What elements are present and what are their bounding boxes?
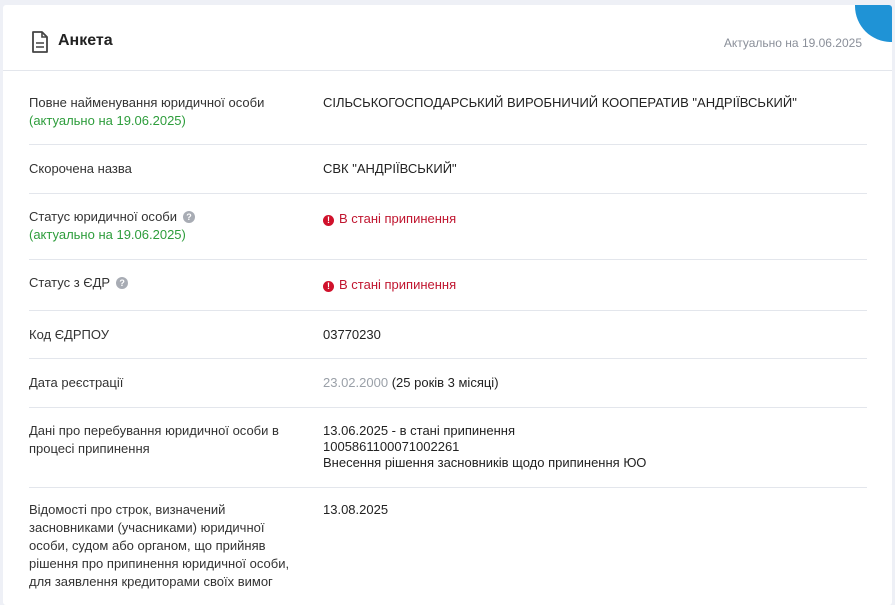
legal-status-label-line: Статус юридичної особи?	[29, 208, 294, 226]
edrpou-label: Код ЄДРПОУ	[29, 327, 109, 342]
alert-icon: !	[323, 215, 334, 226]
document-icon	[32, 31, 48, 53]
row-full-name: Повне найменування юридичної особи (акту…	[29, 79, 867, 145]
reg-date-value-line: 23.02.2000 (25 років 3 місяці)	[323, 375, 499, 391]
row-termination: Дані про перебування юридичної особи в п…	[29, 408, 867, 488]
legal-status-value-line: ! В стані припинення	[323, 211, 456, 227]
reg-date-label: Дата реєстрації	[29, 375, 124, 390]
updated-date: Актуально на 19.06.2025	[723, 36, 862, 50]
legal-status-value: В стані припинення	[339, 211, 457, 226]
row-reg-date: Дата реєстрації 23.02.2000 (25 років 3 м…	[29, 359, 867, 408]
row-short-name: Скорочена назва СВК "АНДРІЇВСЬКИЙ"	[29, 145, 867, 194]
profile-table: Повне найменування юридичної особи (акту…	[29, 79, 867, 605]
short-name-label: Скорочена назва	[29, 161, 132, 176]
legal-status-label-block: Статус юридичної особи? (актуально на 19…	[29, 208, 294, 244]
deadline-label: Відомості про строк, визначений засновни…	[29, 502, 290, 589]
help-icon[interactable]: ?	[116, 277, 129, 289]
edrpou-value: 03770230	[323, 327, 381, 342]
legal-status-note: (актуально на 19.06.2025)	[29, 227, 186, 242]
termination-value-block: 13.06.2025 - в стані припинення 10058611…	[323, 423, 646, 471]
termination-line-2: 1005861100071002261	[323, 439, 460, 454]
reg-date-value: 23.02.2000	[323, 375, 389, 390]
edr-status-label: Статус з ЄДР	[29, 275, 111, 290]
row-deadline: Відомості про строк, визначений засновни…	[29, 488, 867, 605]
row-edrpou: Код ЄДРПОУ 03770230	[29, 311, 867, 359]
full-name-note: (актуально на 19.06.2025)	[29, 113, 186, 128]
alert-icon: !	[323, 281, 334, 292]
legal-status-label: Статус юридичної особи	[29, 209, 178, 224]
edr-status-label-line: Статус з ЄДР?	[29, 274, 294, 292]
profile-card: Анкета Актуально на 19.06.2025 Повне най…	[3, 5, 892, 605]
full-name-label-block: Повне найменування юридичної особи (акту…	[29, 94, 294, 130]
reg-date-age: (25 років 3 місяці)	[391, 375, 499, 390]
deadline-value: 13.08.2025	[323, 502, 389, 517]
card-header: Анкета Актуально на 19.06.2025	[3, 5, 892, 71]
short-name-value: СВК "АНДРІЇВСЬКИЙ"	[323, 161, 457, 176]
full-name-value: СІЛЬСЬКОГОСПОДАРСЬКИЙ ВИРОБНИЧИЙ КООПЕРА…	[323, 95, 797, 110]
row-edr-status: Статус з ЄДР? ! В стані припинення	[29, 260, 867, 311]
full-name-label: Повне найменування юридичної особи	[29, 95, 265, 110]
termination-line-1: 13.06.2025 - в стані припинення	[323, 423, 515, 438]
page-title: Анкета	[58, 32, 113, 49]
termination-label: Дані про перебування юридичної особи в п…	[29, 423, 279, 456]
edr-status-value: В стані припинення	[339, 277, 457, 292]
termination-line-3: Внесення рішення засновників щодо припин…	[323, 455, 647, 470]
help-icon[interactable]: ?	[183, 211, 196, 223]
row-legal-status: Статус юридичної особи? (актуально на 19…	[29, 194, 867, 260]
edr-status-value-line: ! В стані припинення	[323, 277, 456, 293]
